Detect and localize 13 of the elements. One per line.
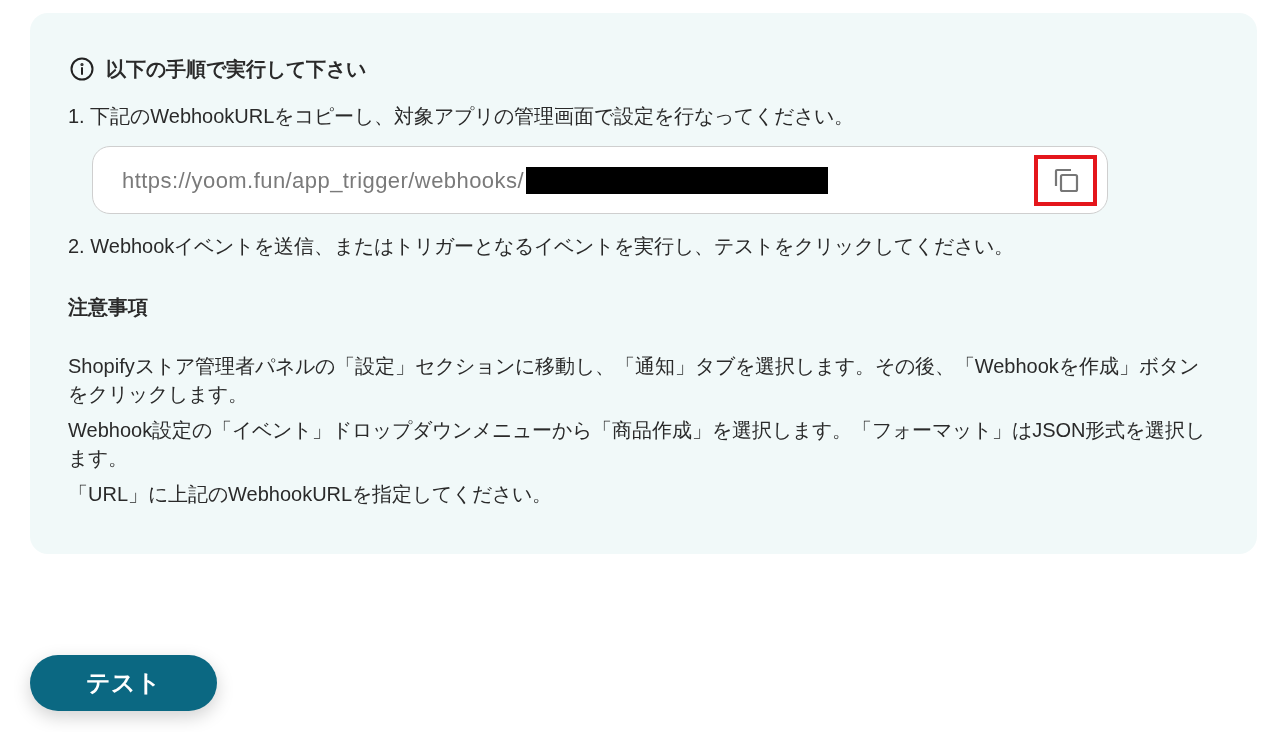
note-paragraph: Shopifyストア管理者パネルの「設定」セクションに移動し、「通知」タブを選択します。その後、「Webhookを作成」ボタンをクリックします。	[68, 354, 1200, 407]
url-value: https://yoom.fun/app_trigger/webhooks/	[122, 166, 524, 195]
url-field[interactable]: https://yoom.fun/app_trigger/webhooks/	[92, 146, 1108, 214]
copy-icon	[1052, 167, 1079, 193]
note-paragraph: Webhook設定の「イベント」ドロップダウンメニューから「商品作成」を選択します。「フォーマット」はJSON形式を選択します。	[68, 418, 1207, 471]
notes-title: 注意事項	[68, 295, 149, 320]
test-button[interactable]: テスト	[30, 655, 217, 711]
info-icon	[70, 57, 94, 81]
note-paragraph: 「URL」に上記のWebhookURLを指定してください。	[68, 482, 554, 507]
step-text: 1. 下記のWebhookURLをコピーし、対象アプリの管理画面で設定を行なってください。	[68, 104, 856, 129]
copy-button[interactable]	[1034, 154, 1097, 206]
step-text: 2. Webhookイベントを送信、またはトリガーとなるイベントを実行し、テストをクリックしてください。	[68, 234, 1016, 259]
instructions-title: 以下の手順で実行して下さい	[106, 57, 366, 82]
